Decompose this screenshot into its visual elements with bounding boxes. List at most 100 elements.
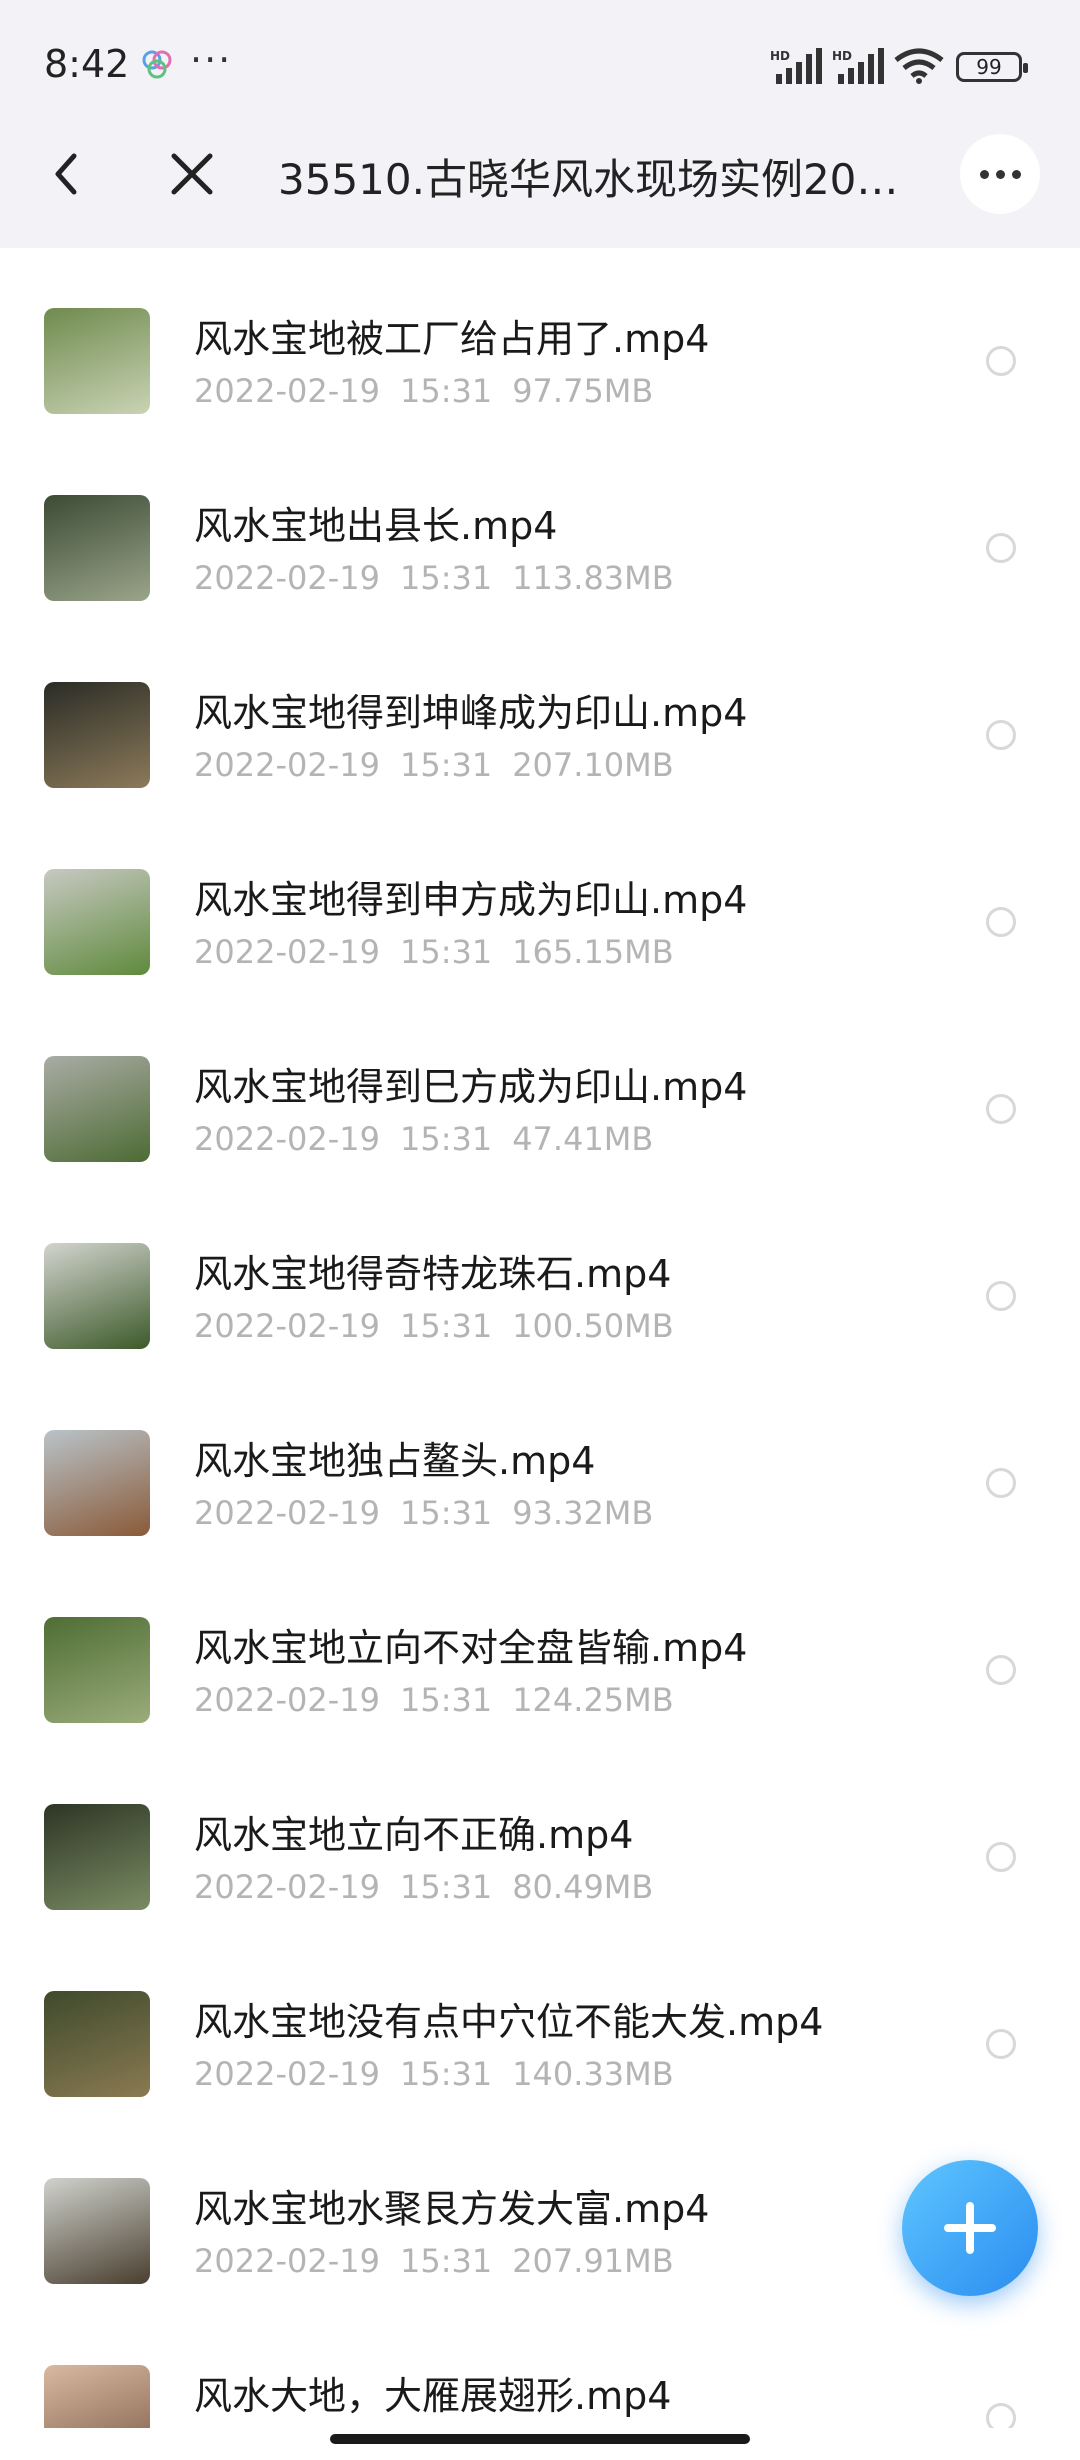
video-thumbnail — [44, 1056, 150, 1162]
video-thumbnail — [44, 2365, 150, 2428]
video-thumbnail — [44, 1430, 150, 1536]
file-meta: 2022-02-19 15:31 207.91MB — [194, 2242, 674, 2280]
file-date: 2022-02-19 — [194, 372, 380, 410]
file-list-item[interactable]: 风水宝地得奇特龙珠石.mp4 2022-02-19 15:31 100.50MB — [0, 1183, 1080, 1370]
battery-indicator: 99 — [956, 52, 1028, 82]
file-date: 2022-02-19 — [194, 1494, 380, 1532]
file-size: 80.49MB — [512, 1868, 654, 1906]
file-list-item[interactable]: 风水宝地被工厂给占用了.mp4 2022-02-19 15:31 97.75MB — [0, 248, 1080, 435]
file-time: 15:31 — [399, 1307, 493, 1345]
status-time: 8:42 — [44, 42, 130, 86]
video-thumbnail — [44, 1804, 150, 1910]
select-radio[interactable] — [986, 720, 1016, 750]
file-list-item[interactable]: 风水大地，大雁展翅形.mp4 — [0, 2305, 1080, 2428]
file-name: 风水宝地水聚艮方发大富.mp4 — [194, 2187, 710, 2231]
file-time: 15:31 — [399, 1494, 493, 1532]
file-time: 15:31 — [399, 2055, 493, 2093]
video-thumbnail — [44, 1617, 150, 1723]
file-meta: 2022-02-19 15:31 47.41MB — [194, 1120, 653, 1158]
home-indicator[interactable] — [330, 2434, 750, 2444]
file-name: 风水宝地得到坤峰成为印山.mp4 — [194, 691, 748, 735]
file-list-item[interactable]: 风水宝地得到巳方成为印山.mp4 2022-02-19 15:31 47.41MB — [0, 996, 1080, 1183]
file-name: 风水宝地立向不正确.mp4 — [194, 1813, 634, 1857]
file-time: 15:31 — [399, 1868, 493, 1906]
file-list-item[interactable]: 风水宝地没有点中穴位不能大发.mp4 2022-02-19 15:31 140.33M… — [0, 1931, 1080, 2118]
file-size: 124.25MB — [512, 1681, 674, 1719]
select-radio[interactable] — [986, 2029, 1016, 2059]
signal-icon-2: HD — [832, 48, 884, 84]
file-size: 140.33MB — [512, 2055, 674, 2093]
file-size: 47.41MB — [512, 1120, 654, 1158]
file-size: 207.91MB — [512, 2242, 674, 2280]
file-meta: 2022-02-19 15:31 100.50MB — [194, 1307, 674, 1345]
file-date: 2022-02-19 — [194, 1868, 380, 1906]
select-radio[interactable] — [986, 2403, 1016, 2428]
file-meta: 2022-02-19 15:31 80.49MB — [194, 1868, 653, 1906]
file-size: 165.15MB — [512, 933, 674, 971]
file-time: 15:31 — [399, 746, 493, 784]
file-name: 风水宝地立向不对全盘皆输.mp4 — [194, 1626, 748, 1670]
signal-hd-label: HD — [770, 49, 790, 63]
more-dot — [980, 170, 989, 179]
select-radio[interactable] — [986, 1655, 1016, 1685]
video-thumbnail — [44, 682, 150, 788]
file-time: 15:31 — [399, 2242, 493, 2280]
select-radio[interactable] — [986, 907, 1016, 937]
file-list-item[interactable]: 风水宝地独占鳌头.mp4 2022-02-19 15:31 93.32MB — [0, 1370, 1080, 1557]
file-meta: 2022-02-19 15:31 207.10MB — [194, 746, 674, 784]
video-thumbnail — [44, 308, 150, 414]
file-date: 2022-02-19 — [194, 1307, 380, 1345]
file-date: 2022-02-19 — [194, 1681, 380, 1719]
file-list: 风水宝地被工厂给占用了.mp4 2022-02-19 15:31 97.75MB 风水宝… — [0, 248, 1080, 2428]
video-thumbnail — [44, 495, 150, 601]
file-name: 风水大地，大雁展翅形.mp4 — [194, 2374, 672, 2418]
app-notification-icon — [142, 50, 172, 79]
close-icon[interactable] — [166, 148, 218, 200]
select-radio[interactable] — [986, 1468, 1016, 1498]
file-date: 2022-02-19 — [194, 933, 380, 971]
file-meta: 2022-02-19 15:31 113.83MB — [194, 559, 674, 597]
file-date: 2022-02-19 — [194, 2055, 380, 2093]
file-date: 2022-02-19 — [194, 1120, 380, 1158]
more-dot — [996, 170, 1005, 179]
more-dot — [1012, 170, 1021, 179]
select-radio[interactable] — [986, 346, 1016, 376]
back-icon[interactable] — [40, 144, 90, 204]
file-meta: 2022-02-19 15:31 165.15MB — [194, 933, 674, 971]
signal-hd-label-2: HD — [832, 49, 852, 63]
select-radio[interactable] — [986, 533, 1016, 563]
file-name: 风水宝地出县长.mp4 — [194, 504, 558, 548]
select-radio[interactable] — [986, 1094, 1016, 1124]
more-notifications-icon: ··· — [190, 38, 233, 82]
file-list-item[interactable]: 风水宝地出县长.mp4 2022-02-19 15:31 113.83MB — [0, 435, 1080, 622]
file-time: 15:31 — [399, 1681, 493, 1719]
file-date: 2022-02-19 — [194, 746, 380, 784]
select-radio[interactable] — [986, 1842, 1016, 1872]
file-meta: 2022-02-19 15:31 97.75MB — [194, 372, 653, 410]
file-list-item[interactable]: 风水宝地立向不对全盘皆输.mp4 2022-02-19 15:31 124.25MB — [0, 1557, 1080, 1744]
file-size: 93.32MB — [512, 1494, 654, 1532]
status-bar: 8:42 ··· HD HD 99 — [0, 0, 1080, 100]
file-time: 15:31 — [399, 1120, 493, 1158]
file-name: 风水宝地没有点中穴位不能大发.mp4 — [194, 2000, 824, 2044]
file-time: 15:31 — [399, 372, 493, 410]
file-size: 100.50MB — [512, 1307, 674, 1345]
video-thumbnail — [44, 869, 150, 975]
file-meta: 2022-02-19 15:31 93.32MB — [194, 1494, 653, 1532]
folder-title: 35510.古晓华风水现场实例20… — [278, 155, 899, 204]
file-list-item[interactable]: 风水宝地得到坤峰成为印山.mp4 2022-02-19 15:31 207.10MB — [0, 622, 1080, 809]
file-list-item[interactable]: 风水宝地得到申方成为印山.mp4 2022-02-19 15:31 165.15MB — [0, 809, 1080, 996]
add-button[interactable] — [902, 2160, 1038, 2296]
file-name: 风水宝地得到申方成为印山.mp4 — [194, 878, 748, 922]
file-size: 113.83MB — [512, 559, 674, 597]
select-radio[interactable] — [986, 1281, 1016, 1311]
file-name: 风水宝地被工厂给占用了.mp4 — [194, 317, 710, 361]
file-name: 风水宝地得奇特龙珠石.mp4 — [194, 1252, 672, 1296]
more-options-button[interactable] — [960, 134, 1040, 214]
file-list-item[interactable]: 风水宝地立向不正确.mp4 2022-02-19 15:31 80.49MB — [0, 1744, 1080, 1931]
video-thumbnail — [44, 1243, 150, 1349]
file-meta: 2022-02-19 15:31 124.25MB — [194, 1681, 674, 1719]
file-size: 97.75MB — [512, 372, 654, 410]
file-size: 207.10MB — [512, 746, 674, 784]
file-time: 15:31 — [399, 933, 493, 971]
